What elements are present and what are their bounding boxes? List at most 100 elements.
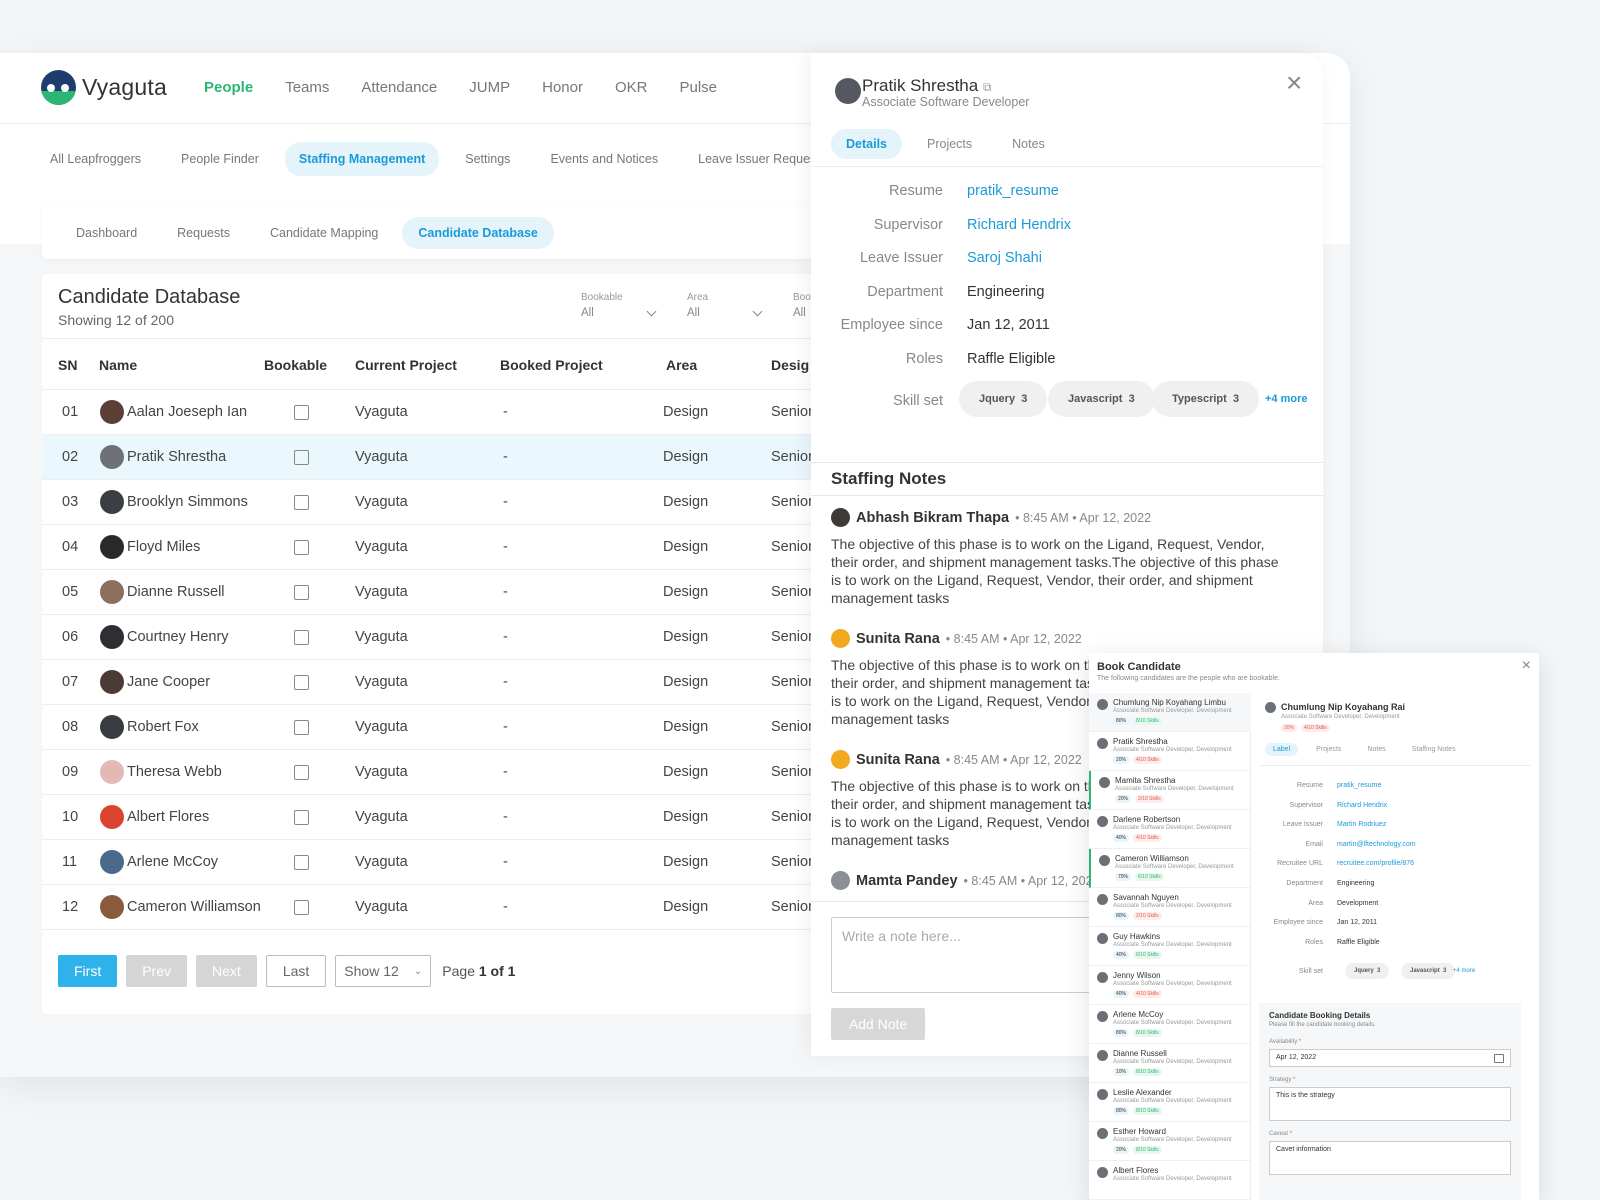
subnav-settings[interactable]: Settings [451,142,524,176]
caveat-textarea[interactable]: Cavet information [1269,1141,1511,1175]
nav-honor[interactable]: Honor [542,79,583,96]
filter-area[interactable]: Area All [687,292,763,319]
bookable-checkbox[interactable] [294,900,309,915]
candidate-list-item[interactable]: Jenny Wilson Associate Software Developer… [1089,966,1251,1005]
close-icon[interactable]: × [1522,657,1531,675]
nav-attendance[interactable]: Attendance [361,79,437,96]
skill-chip[interactable]: Jquery 3 [1345,963,1390,979]
skill-chip[interactable]: Typescript 3 [1152,381,1260,417]
detail-value[interactable]: martin@lftechnology.com [1337,841,1416,848]
tab-dashboard[interactable]: Dashboard [60,217,153,249]
tab-details[interactable]: Details [831,129,902,159]
table-row[interactable]: 04 Floyd Miles Vyaguta - Design Senior [42,525,842,570]
table-row[interactable]: 12 Cameron Williamson Vyaguta - Design Senior [42,885,842,930]
availability-date-input[interactable]: Apr 12, 2022 [1269,1049,1511,1067]
candidate-list-item[interactable]: Darlene Robertson Associate Software Deve… [1089,810,1251,849]
table-row[interactable]: 06 Courtney Henry Vyaguta - Design Senior [42,615,842,660]
table-row[interactable]: 07 Jane Cooper Vyaguta - Design Senior [42,660,842,705]
row-name[interactable]: Theresa Webb [127,764,222,780]
row-name[interactable]: Arlene McCoy [127,854,218,870]
skill-chip[interactable]: Jquery 3 [959,381,1048,417]
nav-okr[interactable]: OKR [615,79,648,96]
row-name[interactable]: Robert Fox [127,719,199,735]
candidate-list-item[interactable]: Cameron Williamson Associate Software Dev… [1089,849,1251,888]
nav-jump[interactable]: JUMP [469,79,510,96]
bookable-checkbox[interactable] [294,630,309,645]
first-page-button[interactable]: First [58,955,118,987]
calendar-icon[interactable] [1494,1054,1504,1063]
more-skills-link[interactable]: +4 more [1453,968,1475,974]
row-name[interactable]: Aalan Joeseph Ian [127,404,247,420]
tab-candidate-database[interactable]: Candidate Database [402,217,554,249]
filter-bookable[interactable]: Bookable All [581,292,657,319]
col-name[interactable]: Name [99,357,137,373]
row-name[interactable]: Pratik Shrestha [127,449,226,465]
row-name[interactable]: Floyd Miles [127,539,200,555]
external-link-icon[interactable]: ⧉ [983,80,992,94]
page-size-select[interactable]: Show 12 ⌄ [335,955,432,987]
detail-value[interactable]: Saroj Shahi [967,250,1042,266]
row-name[interactable]: Courtney Henry [127,629,229,645]
table-row[interactable]: 02 Pratik Shrestha Vyaguta - Design Senior [42,435,842,480]
candidate-list-item[interactable]: Arlene McCoy Associate Software Developer… [1089,1005,1251,1044]
tab-staffing-notes[interactable]: Staffing Notes [1404,743,1464,756]
row-name[interactable]: Cameron Williamson [127,899,261,915]
close-icon[interactable]: × [1286,67,1302,99]
candidate-list-item[interactable]: Dianne Russell Associate Software Develop… [1089,1044,1251,1083]
candidate-list-item[interactable]: Pratik Shrestha Associate Software Develo… [1089,732,1251,771]
detail-value[interactable]: Richard Hendrix [1337,802,1387,809]
subnav-staffing-management[interactable]: Staffing Management [284,142,440,176]
bookable-checkbox[interactable] [294,450,309,465]
table-row[interactable]: 11 Arlene McCoy Vyaguta - Design Senior [42,840,842,885]
tab-projects[interactable]: Projects [912,129,987,159]
detail-value[interactable]: recruitee.com/profile/876 [1337,860,1414,867]
table-row[interactable]: 09 Theresa Webb Vyaguta - Design Senior [42,750,842,795]
candidate-list-item[interactable]: Albert Flores Associate Software Develope… [1089,1161,1251,1200]
skill-chip[interactable]: Javascript 3 [1048,381,1155,417]
candidate-list-item[interactable]: Savannah Nguyen Associate Software Develo… [1089,888,1251,927]
candidate-list-item[interactable]: Mamita Shrestha Associate Software Develo… [1089,771,1251,810]
tab-label[interactable]: Label [1265,743,1299,756]
table-row[interactable]: 05 Dianne Russell Vyaguta - Design Senior [42,570,842,615]
tab-projects[interactable]: Projects [1308,743,1349,756]
nav-pulse[interactable]: Pulse [680,79,718,96]
col-designation[interactable]: Desig [771,357,809,373]
table-row[interactable]: 08 Robert Fox Vyaguta - Design Senior [42,705,842,750]
last-page-button[interactable]: Last [265,955,327,987]
bookable-checkbox[interactable] [294,495,309,510]
col-bookable[interactable]: Bookable [264,357,327,373]
row-name[interactable]: Brooklyn Simmons [127,494,248,510]
col-booked-project[interactable]: Booked Project [500,357,603,373]
candidate-list-item[interactable]: Chumlung Nip Koyahang Limbu Associate Sof… [1089,693,1251,732]
tab-candidate-mapping[interactable]: Candidate Mapping [254,217,394,249]
candidate-list-item[interactable]: Guy Hawkins Associate Software Developer,… [1089,927,1251,966]
more-skills-link[interactable]: +4 more [1265,393,1308,405]
prev-page-button[interactable]: Prev [126,955,188,987]
col-sn[interactable]: SN [58,357,77,373]
bookable-checkbox[interactable] [294,585,309,600]
detail-value[interactable]: pratik_resume [1337,782,1381,789]
next-page-button[interactable]: Next [196,955,257,987]
subnav-people-finder[interactable]: People Finder [167,142,273,176]
strategy-textarea[interactable]: This is the strategy [1269,1087,1511,1121]
candidate-name[interactable]: Pratik Shrestha ⧉ [862,76,992,96]
candidate-list-item[interactable]: Leslie Alexander Associate Software Devel… [1089,1083,1251,1122]
bookable-checkbox[interactable] [294,810,309,825]
col-area[interactable]: Area [666,357,697,373]
detail-value[interactable]: Richard Hendrix [967,217,1071,233]
tab-notes[interactable]: Notes [997,129,1060,159]
table-row[interactable]: 10 Albert Flores Vyaguta - Design Senior [42,795,842,840]
skill-chip[interactable]: Javascript 3 [1401,963,1456,979]
subnav-all-leapfroggers[interactable]: All Leapfroggers [36,142,155,176]
table-row[interactable]: 01 Aalan Joeseph Ian Vyaguta - Design Senior [42,390,842,435]
nav-people[interactable]: People [204,79,253,96]
bookable-checkbox[interactable] [294,405,309,420]
bookable-checkbox[interactable] [294,675,309,690]
add-note-button[interactable]: Add Note [831,1008,925,1040]
col-current-project[interactable]: Current Project [355,357,457,373]
subnav-events-notices[interactable]: Events and Notices [536,142,672,176]
nav-teams[interactable]: Teams [285,79,329,96]
table-row[interactable]: 03 Brooklyn Simmons Vyaguta - Design Senior [42,480,842,525]
row-name[interactable]: Albert Flores [127,809,209,825]
brand-logo[interactable]: Vyaguta [41,70,167,105]
